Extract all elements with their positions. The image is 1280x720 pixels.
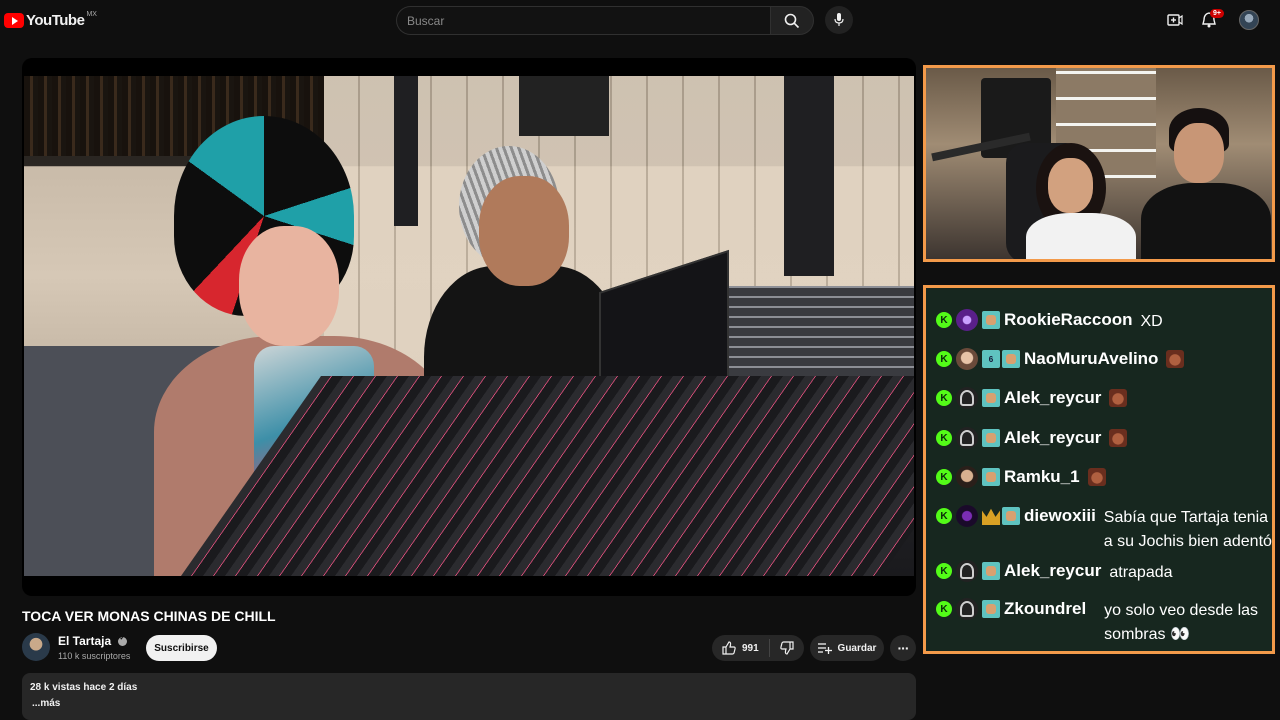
person-body <box>1141 183 1271 259</box>
studio-speaker <box>519 76 609 136</box>
show-more-link[interactable]: ...más <box>32 698 908 709</box>
create-button[interactable] <box>1165 10 1185 30</box>
dislike-button[interactable] <box>770 635 804 661</box>
create-video-icon <box>1167 14 1183 26</box>
kick-icon: K <box>936 469 952 485</box>
like-dislike-group: 991 <box>712 635 804 661</box>
chat-message: K Zkoundrel yo solo veo desde las sombra… <box>936 597 1272 647</box>
description-box[interactable]: 28 k vistas hace 2 días ...más <box>22 673 916 720</box>
user-avatar <box>956 598 978 620</box>
emote-icon <box>1087 468 1106 486</box>
subscriber-badge-icon <box>982 468 1000 486</box>
subscriber-badge-icon <box>982 311 1000 329</box>
region-label: MX <box>86 11 97 18</box>
chat-message: K Alek_reycur <box>936 386 1128 412</box>
video-title: TOCA VER MONAS CHINAS DE CHILL <box>22 608 276 624</box>
chat-message: K diewoxiii Sabía que Tartaja tenia a su… <box>936 504 1272 554</box>
user-avatar <box>956 505 978 527</box>
channel-avatar[interactable] <box>22 633 50 661</box>
chat-username: Alek_reycur <box>1004 388 1102 407</box>
chat-message: K Alek_reycur <box>936 426 1128 452</box>
chat-username: Ramku_1 <box>1004 467 1080 486</box>
subscriber-badge-icon <box>982 600 1000 618</box>
channel-name[interactable]: El Tartaja <box>58 634 111 648</box>
user-avatar <box>956 560 978 582</box>
thumbs-up-icon <box>722 641 736 655</box>
subscriber-badge-icon <box>982 562 1000 580</box>
chat-username: Alek_reycur <box>1004 428 1102 447</box>
acoustic-panel <box>784 76 834 276</box>
chat-username: Zkoundrel <box>1004 599 1087 618</box>
subscriber-badge-icon <box>982 429 1000 447</box>
person-face <box>1174 123 1224 183</box>
chat-message: K Ramku_1 <box>936 465 1106 491</box>
account-avatar[interactable] <box>1239 10 1259 30</box>
like-count: 991 <box>742 642 759 654</box>
chat-message: K 6 NaoMuruAvelino <box>936 347 1185 373</box>
chat-text: yo solo veo desde las sombras 👀 <box>1104 602 1259 643</box>
chat-message: K Alek_reycur atrapada <box>936 559 1173 585</box>
subscriber-badge-icon <box>1002 507 1020 525</box>
playlist-add-icon <box>817 643 832 654</box>
channel-name-row[interactable]: El Tartaja <box>58 634 128 648</box>
user-avatar <box>956 387 978 409</box>
kick-icon: K <box>936 430 952 446</box>
chat-username: NaoMuruAvelino <box>1024 349 1159 368</box>
user-avatar <box>956 466 978 488</box>
search-box <box>396 6 770 35</box>
chat-text: XD <box>1140 313 1163 330</box>
save-label: Guardar <box>837 642 877 654</box>
logo-text: YouTube <box>26 12 85 29</box>
microphone-icon <box>834 13 844 26</box>
webcam-overlay <box>923 65 1275 262</box>
search-icon <box>784 13 800 28</box>
crown-badge-icon <box>982 508 1000 525</box>
chat-overlay: K RookieRaccoon XD K 6 NaoMuruAvelino K … <box>923 285 1275 654</box>
top-bar: YouTube MX 9+ <box>0 0 1280 40</box>
person-face <box>479 176 569 286</box>
kick-icon: K <box>936 508 952 524</box>
search-button[interactable] <box>770 6 814 35</box>
kick-icon: K <box>936 312 952 328</box>
video-player[interactable] <box>22 58 916 596</box>
streamer-right <box>1141 108 1271 259</box>
streamer-left <box>1026 143 1136 259</box>
chat-text: atrapada <box>1109 564 1173 581</box>
emote-icon <box>1166 350 1185 368</box>
subscriber-count: 110 k suscriptores <box>58 651 131 661</box>
person-face <box>239 226 339 346</box>
chat-message: K RookieRaccoon XD <box>936 308 1163 334</box>
user-avatar <box>956 348 978 370</box>
chat-text: Sabía que Tartaja tenia a su Jochis bien… <box>1103 509 1272 550</box>
youtube-play-icon <box>4 13 24 28</box>
chat-username: diewoxiii <box>1024 506 1096 525</box>
youtube-logo[interactable]: YouTube MX <box>4 11 97 29</box>
emote-icon <box>1109 429 1128 447</box>
search-input[interactable] <box>397 7 770 34</box>
more-actions-button[interactable]: ··· <box>890 635 916 661</box>
verified-check-icon <box>118 634 128 647</box>
kick-icon: K <box>936 351 952 367</box>
subscribe-button[interactable]: Suscribirse <box>146 635 217 661</box>
emote-icon <box>1109 389 1128 407</box>
person-face <box>1048 158 1093 213</box>
kick-icon: K <box>936 390 952 406</box>
save-button[interactable]: Guardar <box>810 635 884 661</box>
kick-icon: K <box>936 601 952 617</box>
gifter-badge-icon: 6 <box>982 350 1000 368</box>
subscriber-badge-icon <box>1002 350 1020 368</box>
voice-search-button[interactable] <box>825 6 853 34</box>
notification-badge: 9+ <box>1210 9 1224 18</box>
kick-icon: K <box>936 563 952 579</box>
view-count-date: 28 k vistas hace 2 días <box>30 682 138 693</box>
subscriber-badge-icon <box>982 389 1000 407</box>
chat-username: Alek_reycur <box>1004 561 1102 580</box>
like-button[interactable]: 991 <box>712 639 770 657</box>
user-avatar <box>956 427 978 449</box>
user-avatar <box>956 309 978 331</box>
thumbs-down-icon <box>780 641 794 655</box>
video-frame <box>24 76 914 576</box>
chat-username: RookieRaccoon <box>1004 310 1133 329</box>
person-body <box>1026 213 1136 259</box>
